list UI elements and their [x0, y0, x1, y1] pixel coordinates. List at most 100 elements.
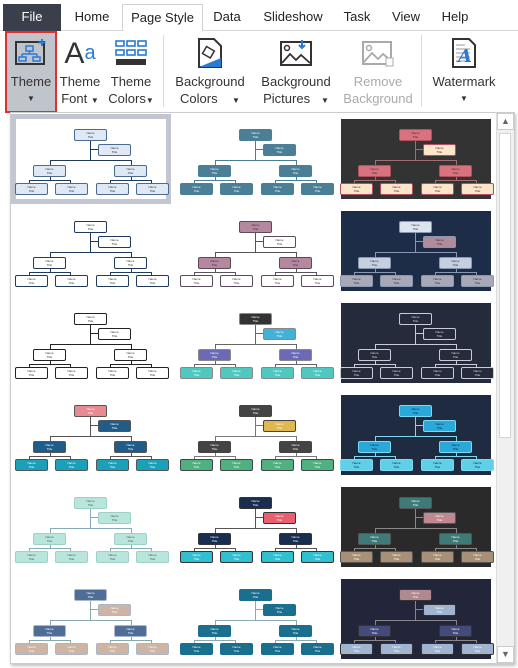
- connector-line: [29, 456, 71, 457]
- node-title: Title: [68, 281, 75, 285]
- theme-font-label-2: Font: [61, 91, 88, 106]
- theme-option[interactable]: Name Title Name Title Name Title Name Title Name…: [11, 114, 171, 204]
- theme-option[interactable]: Name Title Name Title Name Title Name Title Name…: [340, 119, 494, 199]
- theme-option[interactable]: Name Title Name Title Name Title Name Title Name…: [340, 303, 494, 383]
- watermark-button[interactable]: A Watermark ▼: [428, 33, 500, 111]
- node-title: Title: [434, 189, 441, 193]
- node-title: Title: [412, 227, 419, 231]
- tab-task[interactable]: Task: [338, 4, 376, 31]
- theme-option[interactable]: Name Title Name Title Name Title Name Title Name…: [180, 211, 334, 291]
- node-title: Title: [68, 557, 75, 561]
- scrollbar[interactable]: ▲ ▼: [496, 113, 514, 663]
- theme-option[interactable]: Name Title Name Title Name Title Name Title Name…: [15, 579, 169, 659]
- theme-option[interactable]: Name Title Name Title Name Title Name Title Name…: [15, 211, 169, 291]
- node-title: Title: [353, 373, 360, 377]
- connector-line: [375, 344, 457, 345]
- org-node: Name Title: [263, 604, 296, 616]
- ribbon: Theme ▼ Aa Theme Font ▼ Theme Colors▼ Ba…: [0, 31, 518, 113]
- tab-slideshow[interactable]: Slideshow: [255, 4, 331, 31]
- org-node: Name Title: [340, 275, 373, 287]
- theme-font-button[interactable]: Aa Theme Font ▼: [58, 33, 102, 111]
- theme-option[interactable]: Name Title Name Title Name Title Name Title Name…: [340, 395, 494, 475]
- connector-line: [375, 252, 457, 253]
- theme-option[interactable]: Name Title Name Title Name Title Name Title Name…: [180, 395, 334, 475]
- theme-option[interactable]: Name Title Name Title Name Title Name Title Name…: [15, 395, 169, 475]
- connector-line: [29, 548, 71, 549]
- remove-background-button[interactable]: Remove Background: [340, 33, 416, 111]
- theme-option[interactable]: Name Title Name Title Name Title Name Title Name…: [15, 303, 169, 383]
- node-title: Title: [211, 447, 218, 451]
- org-node: Name Title: [136, 643, 169, 655]
- caret-icon: ▼: [90, 96, 99, 105]
- org-node: Name Title: [399, 313, 432, 325]
- theme-option[interactable]: Name Title Name Title Name Title Name Title Name…: [15, 487, 169, 567]
- theme-option[interactable]: Name Title Name Title Name Title Name Title Name…: [180, 487, 334, 567]
- node-title: Title: [149, 373, 156, 377]
- connector-line: [50, 528, 132, 529]
- picture-delete-icon: [340, 33, 416, 73]
- org-node: Name Title: [380, 275, 413, 287]
- node-title: Title: [353, 189, 360, 193]
- node-title: Title: [292, 355, 299, 359]
- node-title: Title: [109, 189, 116, 193]
- org-node: Name Title: [439, 533, 472, 545]
- org-node: Name Title: [380, 643, 413, 655]
- org-node: Name Title: [439, 349, 472, 361]
- org-node: Name Title: [358, 533, 391, 545]
- node-title: Title: [452, 263, 459, 267]
- org-node: Name Title: [198, 533, 231, 545]
- theme-option[interactable]: Name Title Name Title Name Title Name Title Name…: [340, 579, 494, 659]
- connector-line: [194, 180, 236, 181]
- org-node: Name Title: [15, 275, 48, 287]
- node-title: Title: [127, 263, 134, 267]
- tab-help[interactable]: Help: [436, 4, 474, 31]
- connector-line: [90, 233, 91, 253]
- org-node: Name Title: [399, 221, 432, 233]
- org-node: Name Title: [340, 367, 373, 379]
- org-node: Name Title: [239, 221, 272, 233]
- connector-line: [110, 640, 152, 641]
- theme-option[interactable]: Name Title Name Title Name Title Name Title Name…: [340, 487, 494, 567]
- tab-view[interactable]: View: [386, 4, 426, 31]
- scroll-down-icon[interactable]: ▼: [497, 646, 514, 663]
- connector-line: [354, 548, 396, 549]
- node-title: Title: [474, 189, 481, 193]
- tab-data[interactable]: Data: [207, 4, 247, 31]
- connector-line: [110, 180, 152, 181]
- scroll-thumb[interactable]: [499, 133, 511, 438]
- theme-option[interactable]: Name Title Name Title Name Title Name Title Name…: [340, 211, 494, 291]
- node-title: Title: [274, 373, 281, 377]
- tab-file[interactable]: File: [3, 4, 61, 31]
- theme-option[interactable]: Name Title Name Title Name Title Name Title Name…: [180, 303, 334, 383]
- connector-line: [215, 160, 297, 161]
- node-title: Title: [452, 539, 459, 543]
- tab-page-style[interactable]: Page Style: [122, 4, 203, 32]
- connector-line: [415, 509, 416, 529]
- color-grid-icon: [106, 33, 156, 73]
- connector-line: [375, 436, 457, 437]
- font-Aa-icon: Aa: [64, 36, 96, 70]
- org-node: Name Title: [301, 275, 334, 287]
- tab-home[interactable]: Home: [66, 4, 118, 31]
- theme-button[interactable]: Theme ▼: [5, 31, 57, 113]
- background-colors-button[interactable]: Background Colors ▼: [170, 33, 250, 111]
- org-node: Name Title: [33, 257, 66, 269]
- node-title: Title: [28, 373, 35, 377]
- org-node: Name Title: [33, 165, 66, 177]
- menu-tabs: File Home Page Style Data Slideshow Task…: [0, 0, 518, 32]
- org-node: Name Title: [96, 275, 129, 287]
- background-pictures-button[interactable]: Background Pictures ▼: [255, 33, 337, 111]
- connector-line: [50, 252, 132, 253]
- org-node: Name Title: [33, 533, 66, 545]
- org-node: Name Title: [461, 367, 494, 379]
- org-node: Name Title: [399, 497, 432, 509]
- node-title: Title: [393, 189, 400, 193]
- node-title: Title: [353, 465, 360, 469]
- org-node: Name Title: [340, 643, 373, 655]
- scroll-up-icon[interactable]: ▲: [497, 113, 514, 130]
- theme-option[interactable]: Name Title Name Title Name Title Name Title Name…: [180, 579, 334, 659]
- theme-colors-button[interactable]: Theme Colors▼: [106, 33, 156, 111]
- connector-line: [415, 241, 423, 242]
- node-title: Title: [149, 557, 156, 561]
- theme-option[interactable]: Name Title Name Title Name Title Name Title Name…: [180, 119, 334, 199]
